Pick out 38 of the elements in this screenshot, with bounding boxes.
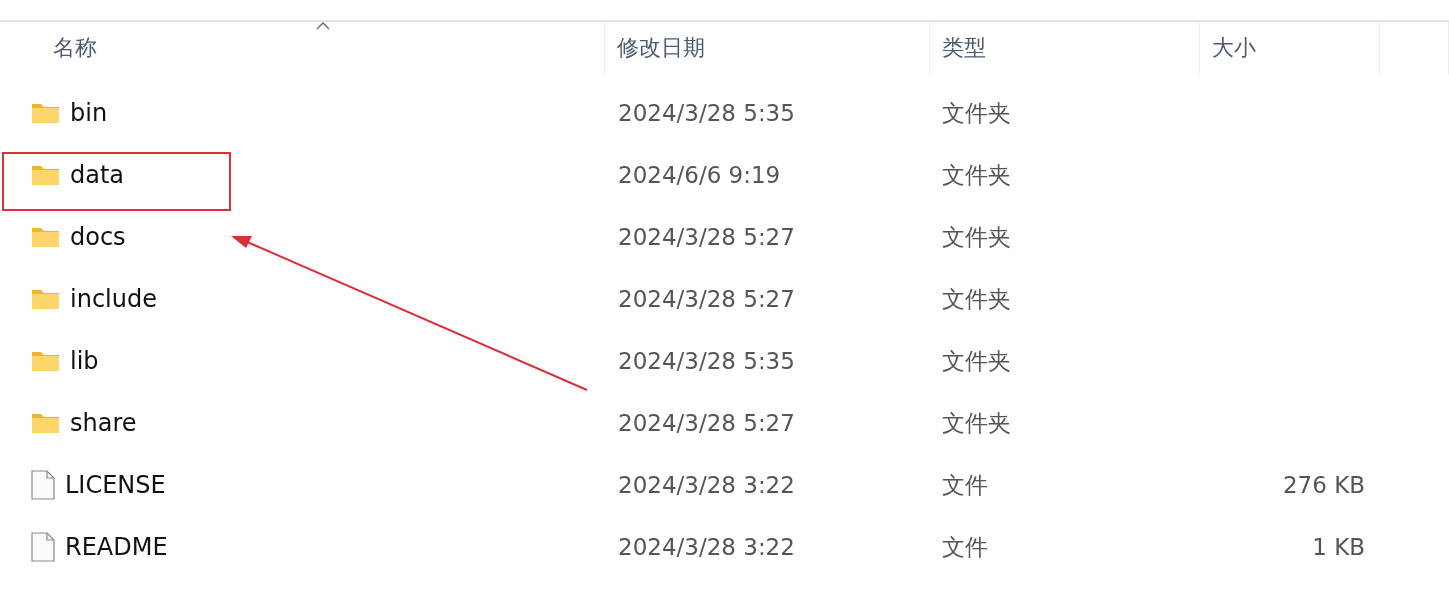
file-type: 文件夹 [941, 408, 1012, 438]
modified-date: 2024/3/28 3:22 [617, 472, 796, 498]
modified-date: 2024/3/28 5:27 [617, 224, 796, 250]
modified-date: 2024/6/6 9:19 [617, 162, 782, 188]
file-type: 文件 [941, 532, 989, 562]
folder-icon [31, 102, 60, 124]
folder-icon [31, 412, 60, 434]
folder-icon [31, 288, 60, 310]
modified-date: 2024/3/28 5:27 [617, 286, 796, 312]
file-name[interactable]: include [70, 285, 157, 313]
file-type: 文件夹 [941, 346, 1012, 376]
file-name[interactable]: docs [70, 223, 126, 251]
modified-date: 2024/3/28 5:27 [617, 410, 796, 436]
file-type: 文件夹 [941, 160, 1012, 190]
file-name[interactable]: README [65, 533, 168, 561]
file-type: 文件夹 [941, 284, 1012, 314]
column-header[interactable]: 类型 [930, 22, 1200, 74]
file-name[interactable]: LICENSE [65, 471, 166, 499]
file-type: 文件夹 [941, 98, 1012, 128]
folder-icon [31, 350, 60, 372]
file-icon [31, 470, 55, 500]
file-name[interactable]: lib [70, 347, 99, 375]
modified-date: 2024/3/28 5:35 [617, 348, 796, 374]
file-name[interactable]: share [70, 409, 137, 437]
folder-icon [31, 164, 60, 186]
file-type: 文件夹 [941, 222, 1012, 252]
file-name[interactable]: data [70, 161, 125, 189]
folder-icon [31, 226, 60, 248]
modified-date: 2024/3/28 3:22 [617, 534, 796, 560]
file-type: 文件 [941, 470, 989, 500]
column-header[interactable]: 名称 [0, 22, 605, 74]
file-name[interactable]: bin [70, 99, 108, 127]
column-header[interactable]: 修改日期 [605, 22, 930, 74]
column-header[interactable]: 大小 [1200, 22, 1380, 74]
file-size: 1 KB [1312, 534, 1366, 560]
modified-date: 2024/3/28 5:35 [617, 100, 796, 126]
file-icon [31, 532, 55, 562]
file-size: 276 KB [1282, 472, 1366, 498]
